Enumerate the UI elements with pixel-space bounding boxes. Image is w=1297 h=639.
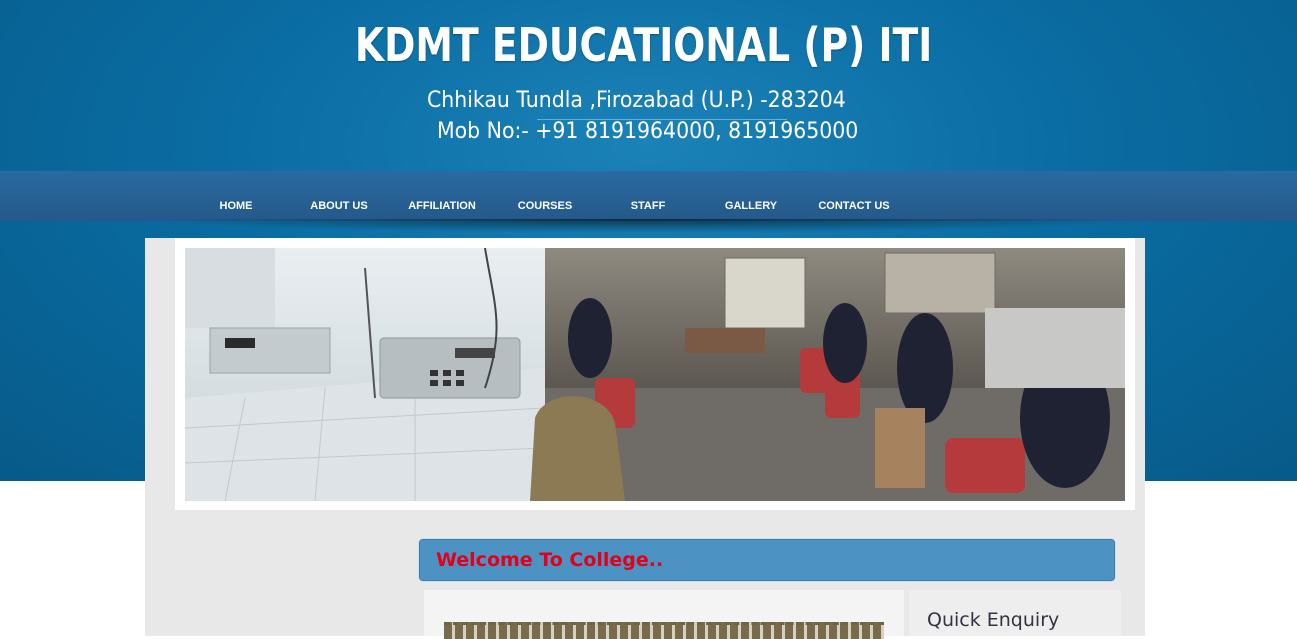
quick-enquiry-heading: Quick Enquiry bbox=[927, 609, 1060, 631]
nav-item-about-us[interactable]: ABOUT US bbox=[299, 171, 379, 221]
site-phone: Mob No:- +91 8191964000, 8191965000 bbox=[437, 119, 859, 144]
nav-item-affiliation[interactable]: AFFILIATION bbox=[402, 171, 482, 221]
site-header: KDMT EDUCATIONAL (P) ITI Chhikau Tundla … bbox=[0, 0, 1297, 171]
nav-item-home[interactable]: HOME bbox=[196, 171, 276, 221]
nav-item-gallery[interactable]: GALLERY bbox=[711, 171, 791, 221]
nav-item-contact-us[interactable]: CONTACT US bbox=[814, 171, 894, 221]
site-address: Chhikau Tundla ,Firozabad (U.P.) -283204 bbox=[427, 88, 846, 113]
nav-item-courses[interactable]: COURSES bbox=[505, 171, 585, 221]
site-title: KDMT EDUCATIONAL (P) ITI bbox=[354, 18, 933, 72]
banner-image bbox=[185, 248, 1125, 501]
gallery-photo-frame bbox=[444, 622, 884, 639]
navbar-shadow bbox=[150, 219, 1140, 233]
nav-item-staff[interactable]: STAFF bbox=[608, 171, 688, 221]
welcome-heading: Welcome To College.. bbox=[436, 549, 664, 571]
